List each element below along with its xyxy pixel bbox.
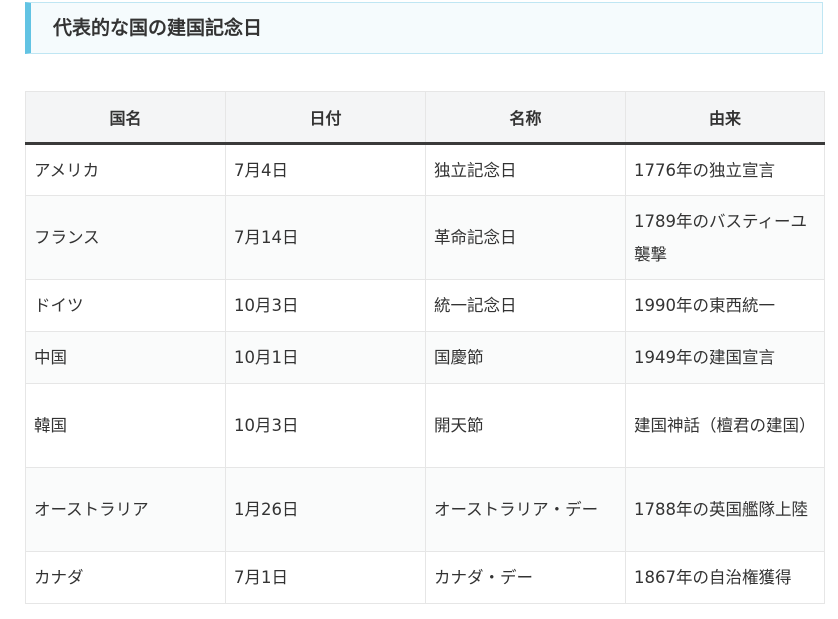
cell-country: ドイツ [25, 279, 226, 332]
cell-name: 開天節 [425, 383, 626, 468]
cell-country: 韓国 [25, 383, 226, 468]
cell-date: 10月1日 [225, 331, 426, 384]
table-row: 韓国 10月3日 開天節 建国神話（檀君の建国） [25, 383, 825, 468]
cell-name: オーストラリア・デー [425, 467, 626, 552]
cell-country: カナダ [25, 551, 226, 604]
cell-country: 中国 [25, 331, 226, 384]
section-heading: 代表的な国の建国記念日 [25, 2, 823, 54]
cell-name: 革命記念日 [425, 195, 626, 280]
cell-origin: 1776年の独立宣言 [625, 143, 825, 196]
cell-name: カナダ・デー [425, 551, 626, 604]
cell-name: 国慶節 [425, 331, 626, 384]
header-origin: 由来 [625, 91, 825, 145]
cell-date: 7月14日 [225, 195, 426, 280]
section-title: 代表的な国の建国記念日 [53, 17, 263, 39]
table-row: ドイツ 10月3日 統一記念日 1990年の東西統一 [25, 279, 825, 332]
cell-origin: 建国神話（檀君の建国） [625, 383, 825, 468]
page: 代表的な国の建国記念日 国名 日付 名称 由来 アメリカ 7月4日 独立記念日 … [0, 0, 838, 619]
table-row: アメリカ 7月4日 独立記念日 1776年の独立宣言 [25, 143, 825, 196]
cell-origin: 1949年の建国宣言 [625, 331, 825, 384]
table-row: オーストラリア 1月26日 オーストラリア・デー 1788年の英国艦隊上陸 [25, 467, 825, 552]
cell-country: アメリカ [25, 143, 226, 196]
cell-origin: 1990年の東西統一 [625, 279, 825, 332]
cell-date: 7月1日 [225, 551, 426, 604]
cell-origin: 1788年の英国艦隊上陸 [625, 467, 825, 552]
table-row: フランス 7月14日 革命記念日 1789年のバスティーユ襲撃 [25, 195, 825, 280]
cell-name: 統一記念日 [425, 279, 626, 332]
table-row: 中国 10月1日 国慶節 1949年の建国宣言 [25, 331, 825, 384]
cell-country: フランス [25, 195, 226, 280]
cell-country: オーストラリア [25, 467, 226, 552]
cell-origin: 1789年のバスティーユ襲撃 [625, 195, 825, 280]
cell-origin: 1867年の自治権獲得 [625, 551, 825, 604]
cell-name: 独立記念日 [425, 143, 626, 196]
national-days-table: 国名 日付 名称 由来 アメリカ 7月4日 独立記念日 1776年の独立宣言 フ… [25, 91, 825, 604]
cell-date: 1月26日 [225, 467, 426, 552]
table-row: カナダ 7月1日 カナダ・デー 1867年の自治権獲得 [25, 551, 825, 604]
cell-date: 10月3日 [225, 383, 426, 468]
header-country: 国名 [25, 91, 226, 145]
header-date: 日付 [225, 91, 426, 145]
cell-date: 7月4日 [225, 143, 426, 196]
table-header-row: 国名 日付 名称 由来 [25, 91, 825, 145]
header-name: 名称 [425, 91, 626, 145]
cell-date: 10月3日 [225, 279, 426, 332]
